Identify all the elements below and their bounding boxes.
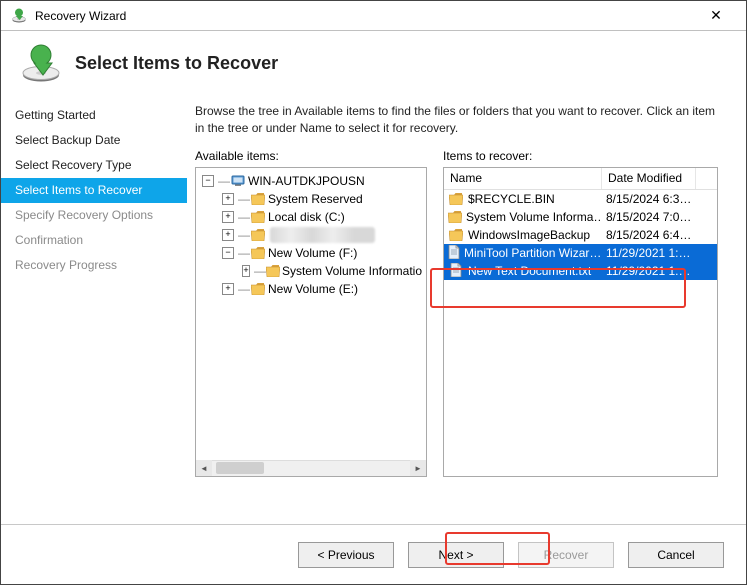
list-item[interactable]: System Volume Informa…8/15/2024 7:0… (444, 208, 717, 226)
tree-expander[interactable]: − (202, 175, 214, 187)
instructions-text: Browse the tree in Available items to fi… (195, 103, 718, 149)
folder-icon (250, 244, 266, 262)
sidebar-step-2[interactable]: Select Recovery Type (1, 153, 187, 178)
folder-icon (448, 228, 464, 242)
available-items-tree[interactable]: −— WIN-AUTDKJPOUSN+— System Reserved+— L… (195, 167, 427, 477)
sidebar-step-3[interactable]: Select Items to Recover (1, 178, 187, 203)
next-button[interactable]: Next > (408, 542, 504, 568)
item-date: 8/15/2024 7:0… (602, 210, 696, 224)
folder-icon (250, 280, 266, 298)
tree-item[interactable]: +— New Volume (E:) (202, 280, 422, 298)
column-header-name[interactable]: Name (444, 168, 602, 189)
scroll-thumb[interactable] (216, 462, 264, 474)
sidebar-step-0[interactable]: Getting Started (1, 103, 187, 128)
sidebar-step-4: Specify Recovery Options (1, 203, 187, 228)
tree-expander[interactable]: + (222, 211, 234, 223)
computer-icon (230, 172, 246, 190)
close-button[interactable]: ✕ (696, 2, 736, 30)
item-date: 8/15/2024 6:4… (602, 228, 696, 242)
window-title: Recovery Wizard (35, 9, 126, 23)
item-date: 11/29/2021 1:… (602, 246, 696, 260)
wizard-steps-sidebar: Getting StartedSelect Backup DateSelect … (1, 103, 187, 521)
previous-button[interactable]: < Previous (298, 542, 394, 568)
folder-icon (250, 226, 266, 244)
item-name: MiniTool Partition Wizar… (464, 246, 601, 260)
folder-icon (250, 208, 266, 226)
tree-item[interactable]: +— System Reserved (202, 190, 422, 208)
item-name: New Text Document.txt (468, 264, 591, 278)
page-title: Select Items to Recover (75, 53, 278, 74)
recover-button: Recover (518, 542, 614, 568)
wizard-header: Select Items to Recover (1, 31, 746, 103)
recovery-large-icon (19, 41, 63, 85)
tree-expander[interactable]: + (222, 193, 234, 205)
sidebar-step-5: Confirmation (1, 228, 187, 253)
tree-expander[interactable]: − (222, 247, 234, 259)
tree-root[interactable]: −— WIN-AUTDKJPOUSN (202, 172, 422, 190)
recovery-wizard-icon (11, 8, 27, 24)
folder-icon (448, 192, 464, 206)
available-items-label: Available items: (195, 149, 427, 163)
list-item[interactable]: WindowsImageBackup 8/15/2024 6:4… (444, 226, 717, 244)
list-item[interactable]: MiniTool Partition Wizar…11/29/2021 1:… (444, 244, 717, 262)
tree-item[interactable]: +— (202, 226, 422, 244)
redacted-label (270, 227, 375, 243)
file-icon (448, 245, 460, 260)
items-to-recover-list[interactable]: Name Date Modified $RECYCLE.BIN 8/15/2024… (443, 167, 718, 477)
list-item[interactable]: New Text Document.txt 11/29/2021 1:… (444, 262, 717, 280)
sidebar-step-6: Recovery Progress (1, 253, 187, 278)
tree-expander[interactable]: + (222, 229, 234, 241)
list-header: Name Date Modified (444, 168, 717, 190)
tree-item[interactable]: −— New Volume (F:) (202, 244, 422, 262)
tree-expander[interactable]: + (222, 283, 234, 295)
folder-icon (448, 210, 462, 224)
item-name: $RECYCLE.BIN (468, 192, 555, 206)
scroll-left-button[interactable]: ◄ (196, 460, 212, 476)
folder-icon (250, 190, 266, 208)
item-date: 11/29/2021 1:… (602, 264, 696, 278)
tree-horizontal-scrollbar[interactable]: ◄ ► (196, 460, 426, 476)
tree-item[interactable]: +— System Volume Informatio (202, 262, 422, 280)
title-bar: Recovery Wizard ✕ (1, 1, 746, 31)
item-date: 8/15/2024 6:3… (602, 192, 696, 206)
item-name: WindowsImageBackup (468, 228, 590, 242)
tree-item[interactable]: +— Local disk (C:) (202, 208, 422, 226)
file-icon (448, 263, 464, 278)
sidebar-step-1[interactable]: Select Backup Date (1, 128, 187, 153)
folder-icon (266, 262, 280, 280)
cancel-button[interactable]: Cancel (628, 542, 724, 568)
item-name: System Volume Informa… (466, 210, 602, 224)
items-to-recover-label: Items to recover: (443, 149, 718, 163)
list-item[interactable]: $RECYCLE.BIN 8/15/2024 6:3… (444, 190, 717, 208)
scroll-right-button[interactable]: ► (410, 460, 426, 476)
wizard-footer: < Previous Next > Recover Cancel (1, 524, 746, 584)
column-header-date[interactable]: Date Modified (602, 168, 696, 189)
tree-expander[interactable]: + (242, 265, 250, 277)
